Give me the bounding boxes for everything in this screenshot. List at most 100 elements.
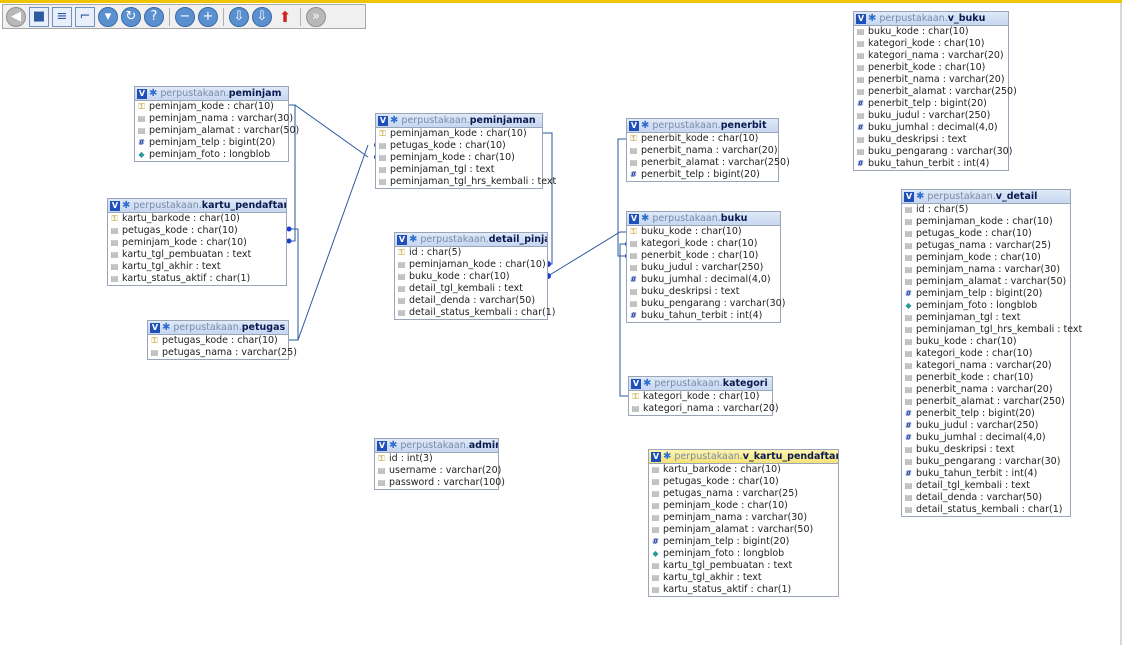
- column-row[interactable]: ▤ peminjam_nama : varchar(30): [649, 512, 838, 524]
- gear-icon[interactable]: ✱: [122, 200, 130, 211]
- table-header[interactable]: V ✱ perpustakaan. v_detail: [902, 190, 1070, 204]
- table-v-buku[interactable]: V ✱ perpustakaan. v_buku ▤ buku_kode : char(1…: [853, 11, 1017, 171]
- gear-icon[interactable]: ✱: [641, 213, 649, 224]
- back-icon[interactable]: ◀: [6, 6, 26, 27]
- column-row[interactable]: ▤ buku_pengarang : varchar(30): [627, 298, 786, 310]
- table-header[interactable]: V ✱ perpustakaan. peminjaman: [376, 114, 542, 128]
- column-row[interactable]: ▤ kartu_tgl_pembuatan : text: [649, 560, 838, 572]
- column-row[interactable]: ▤ penerbit_kode : char(10): [902, 372, 1070, 384]
- table-petugas[interactable]: V ✱ perpustakaan. petugas ⚿ petugas_kode : ch…: [147, 320, 297, 360]
- save-icon[interactable]: ■: [29, 6, 49, 27]
- column-row[interactable]: ▤ peminjam_alamat : varchar(50): [902, 276, 1070, 288]
- column-row[interactable]: ▤ detail_tgl_kembali : text: [902, 480, 1070, 492]
- column-row[interactable]: # penerbit_telp : bigint(20): [902, 408, 1070, 420]
- column-row[interactable]: ▤ petugas_nama : varchar(25): [148, 347, 297, 359]
- column-row[interactable]: ▤ password : varchar(100): [375, 477, 505, 489]
- table-header[interactable]: V ✱ perpustakaan. petugas: [148, 321, 288, 335]
- column-row[interactable]: ▤ petugas_kode : char(10): [649, 476, 838, 488]
- column-row[interactable]: ▤ peminjaman_kode : char(10): [395, 259, 547, 271]
- column-row[interactable]: ▤ peminjaman_kode : char(10): [902, 216, 1070, 228]
- import-icon[interactable]: ⇩: [252, 6, 272, 27]
- gear-icon[interactable]: ✱: [641, 120, 649, 131]
- column-row[interactable]: ▤ kategori_nama : varchar(20): [629, 403, 779, 415]
- column-row[interactable]: ▤ peminjam_alamat : varchar(50): [135, 125, 299, 137]
- column-row[interactable]: ▤ penerbit_alamat : varchar(250): [854, 86, 1017, 98]
- zoom-in-icon[interactable]: +: [198, 6, 218, 27]
- table-peminjaman[interactable]: V ✱ perpustakaan. peminjaman ⚿ peminjaman_kod…: [375, 113, 556, 189]
- table-v-kartu-pendaftaran[interactable]: V✱perpustakaan.v_kartu_pendaftaran▤kartu…: [648, 449, 839, 597]
- table-v-detail[interactable]: V ✱ perpustakaan. v_detail ▤ id : char(5) ▤ pem…: [901, 189, 1082, 517]
- column-row[interactable]: ▤ detail_denda : varchar(50): [902, 492, 1070, 504]
- table-detail-pinjam[interactable]: V✱perpustakaan.detail_pinjam⚿id : char(5…: [394, 232, 556, 320]
- zoom-out-icon[interactable]: −: [175, 6, 195, 27]
- table-header[interactable]: V✱perpustakaan.kartu_pendaftaran: [108, 199, 286, 213]
- export-icon[interactable]: ⇩: [229, 6, 249, 27]
- column-row[interactable]: ▤ penerbit_kode : char(10): [854, 62, 1008, 74]
- column-row[interactable]: ▤ penerbit_alamat : varchar(250): [902, 396, 1070, 408]
- table-header[interactable]: V ✱ perpustakaan. v_buku: [854, 12, 1008, 26]
- column-row[interactable]: ▤ kartu_barkode : char(10): [649, 464, 838, 476]
- column-row[interactable]: ⚿ peminjaman_kode : char(10): [376, 128, 542, 140]
- column-row[interactable]: # buku_tahun_terbit : int(4): [627, 310, 780, 322]
- column-row[interactable]: ▤ kategori_nama : varchar(20): [854, 50, 1008, 62]
- column-row[interactable]: ▤ petugas_nama : varchar(25): [649, 488, 838, 500]
- column-row[interactable]: ▤ penerbit_nama : varchar(20): [854, 74, 1008, 86]
- column-row[interactable]: ⚿ kategori_kode : char(10): [629, 391, 772, 403]
- table-header[interactable]: V ✱ perpustakaan. peminjam: [135, 87, 288, 101]
- column-row[interactable]: ▤ kartu_tgl_akhir : text: [649, 572, 838, 584]
- column-row[interactable]: ▤ detail_status_kembali : char(1): [395, 307, 556, 319]
- column-row[interactable]: # buku_tahun_terbit : int(4): [902, 468, 1070, 480]
- table-header[interactable]: V ✱ perpustakaan. kategori: [629, 377, 772, 391]
- column-row[interactable]: ⚿ petugas_kode : char(10): [148, 335, 288, 347]
- gear-icon[interactable]: ✱: [643, 378, 651, 389]
- gear-icon[interactable]: ✱: [409, 234, 417, 245]
- column-row[interactable]: ◆ peminjam_foto : longblob: [902, 300, 1070, 312]
- gear-icon[interactable]: ✱: [663, 451, 671, 462]
- column-row[interactable]: ▤ petugas_kode : char(10): [376, 140, 542, 152]
- column-row[interactable]: ▤ petugas_nama : varchar(25): [902, 240, 1070, 252]
- column-row[interactable]: ▤ buku_judul : varchar(250): [854, 110, 1008, 122]
- column-row[interactable]: ▤ buku_pengarang : varchar(30): [902, 456, 1070, 468]
- column-row[interactable]: # penerbit_telp : bigint(20): [854, 98, 1008, 110]
- column-row[interactable]: ▤ petugas_kode : char(10): [108, 225, 286, 237]
- column-row[interactable]: ▤ buku_kode : char(10): [854, 26, 1008, 38]
- column-row[interactable]: ▤ buku_judul : varchar(250): [627, 262, 780, 274]
- column-row[interactable]: ▤ buku_deskripsi : text: [854, 134, 1008, 146]
- table-header[interactable]: V✱perpustakaan.v_kartu_pendaftaran: [649, 450, 838, 464]
- column-row[interactable]: ▤ kategori_kode : char(10): [627, 238, 780, 250]
- column-row[interactable]: # buku_jumhal : decimal(4,0): [627, 274, 780, 286]
- column-row[interactable]: ⚿ id : int(3): [375, 453, 498, 465]
- column-row[interactable]: ▤ penerbit_nama : varchar(20): [902, 384, 1070, 396]
- column-row[interactable]: ▤ peminjam_kode : char(10): [649, 500, 838, 512]
- column-row[interactable]: ▤ buku_kode : char(10): [902, 336, 1070, 348]
- column-row[interactable]: ▤ kategori_kode : char(10): [902, 348, 1070, 360]
- column-row[interactable]: ▤ peminjam_nama : varchar(30): [902, 264, 1070, 276]
- column-row[interactable]: ▤ penerbit_alamat : varchar(250): [627, 157, 790, 169]
- column-row[interactable]: # buku_tahun_terbit : int(4): [854, 158, 1008, 170]
- list-icon[interactable]: ≡: [52, 6, 72, 27]
- column-row[interactable]: ▤ kartu_status_aktif : char(1): [649, 584, 838, 596]
- table-buku[interactable]: V ✱ perpustakaan. buku ⚿ buku_kode : char(10)…: [626, 211, 786, 323]
- column-row[interactable]: ▤ buku_deskripsi : text: [627, 286, 780, 298]
- arrow-down-icon[interactable]: ▾: [98, 6, 118, 27]
- gear-icon[interactable]: ✱: [389, 440, 397, 451]
- column-row[interactable]: ▤ detail_denda : varchar(50): [395, 295, 547, 307]
- refresh-icon[interactable]: ↻: [121, 6, 141, 27]
- column-row[interactable]: ▤ buku_deskripsi : text: [902, 444, 1070, 456]
- column-row[interactable]: ▤ id : char(5): [902, 204, 1070, 216]
- column-row[interactable]: ▤ detail_tgl_kembali : text: [395, 283, 547, 295]
- column-row[interactable]: ⚿ id : char(5): [395, 247, 547, 259]
- column-row[interactable]: ▤ buku_pengarang : varchar(30): [854, 146, 1013, 158]
- column-row[interactable]: # peminjam_telp : bigint(20): [649, 536, 838, 548]
- column-row[interactable]: ▤ peminjaman_tgl : text: [376, 164, 542, 176]
- column-row[interactable]: ▤ kategori_nama : varchar(20): [902, 360, 1070, 372]
- column-row[interactable]: ▤ kartu_status_aktif : char(1): [108, 273, 286, 285]
- gear-icon[interactable]: ✱: [162, 322, 170, 333]
- column-row[interactable]: ▤ peminjam_kode : char(10): [108, 237, 286, 249]
- column-row[interactable]: ▤ petugas_kode : char(10): [902, 228, 1070, 240]
- help-icon[interactable]: ?: [144, 6, 164, 27]
- column-row[interactable]: ▤ penerbit_nama : varchar(20): [627, 145, 778, 157]
- table-kartu-pendaftaran[interactable]: V✱perpustakaan.kartu_pendaftaran⚿kartu_b…: [107, 198, 287, 286]
- column-row[interactable]: ⚿ penerbit_kode : char(10): [627, 133, 778, 145]
- column-row[interactable]: ▤ kartu_tgl_akhir : text: [108, 261, 286, 273]
